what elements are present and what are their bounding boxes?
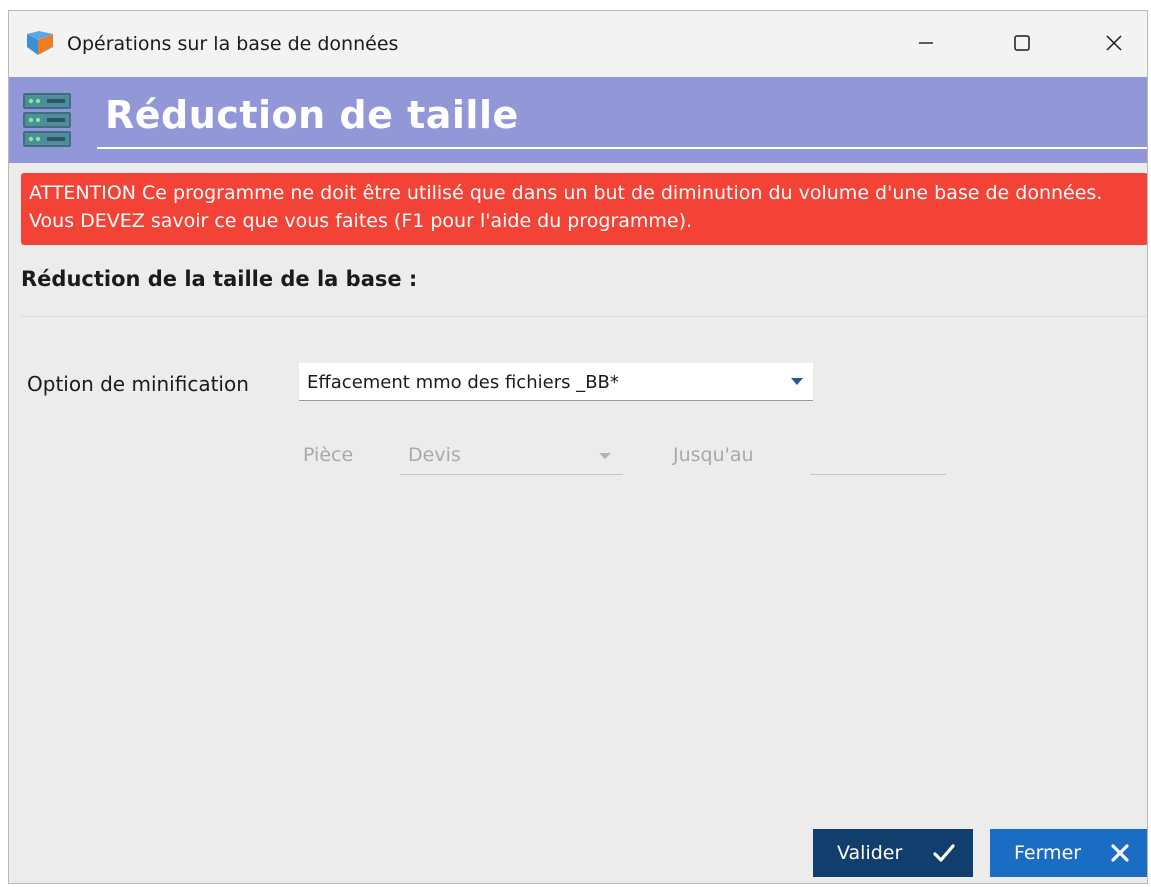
jusquau-label: Jusqu'au (673, 444, 754, 466)
page-title: Réduction de taille (105, 93, 519, 137)
title-bar[interactable]: Opérations sur la base de données (9, 11, 1147, 77)
close-window-button[interactable] (1091, 25, 1137, 61)
fermer-label: Fermer (1014, 842, 1082, 864)
title-underline (97, 147, 1147, 149)
minification-label: Option de minification (27, 372, 249, 396)
checkmark-icon (933, 844, 955, 862)
close-icon (1111, 844, 1129, 862)
piece-label: Pièce (303, 444, 354, 466)
section-title: Réduction de la taille de la base : (21, 267, 418, 291)
chevron-down-icon (791, 378, 803, 385)
valider-button[interactable]: Valider (813, 829, 973, 877)
minification-select-value: Effacement mmo des fichiers _BB* (307, 372, 619, 393)
maximize-icon (1014, 35, 1030, 51)
dialog-window: Opérations sur la base de données Réduct… (8, 10, 1148, 884)
maximize-button[interactable] (999, 25, 1045, 61)
piece-select-value: Devis (408, 444, 461, 466)
minimize-icon (919, 42, 933, 44)
close-icon (1106, 35, 1122, 51)
app-logo-icon (27, 31, 53, 55)
jusquau-input[interactable] (810, 435, 946, 475)
section-divider (21, 316, 1147, 317)
valider-label: Valider (837, 842, 903, 864)
server-stack-icon (23, 93, 71, 147)
header-banner: Réduction de taille (9, 77, 1147, 163)
warning-message: ATTENTION Ce programme ne doit être util… (21, 173, 1147, 245)
window-title: Opérations sur la base de données (67, 33, 399, 55)
chevron-down-icon (599, 453, 611, 459)
fermer-button[interactable]: Fermer (990, 829, 1147, 877)
minimize-button[interactable] (903, 25, 949, 61)
piece-select[interactable]: Devis (400, 435, 623, 475)
minification-select[interactable]: Effacement mmo des fichiers _BB* (299, 363, 813, 401)
